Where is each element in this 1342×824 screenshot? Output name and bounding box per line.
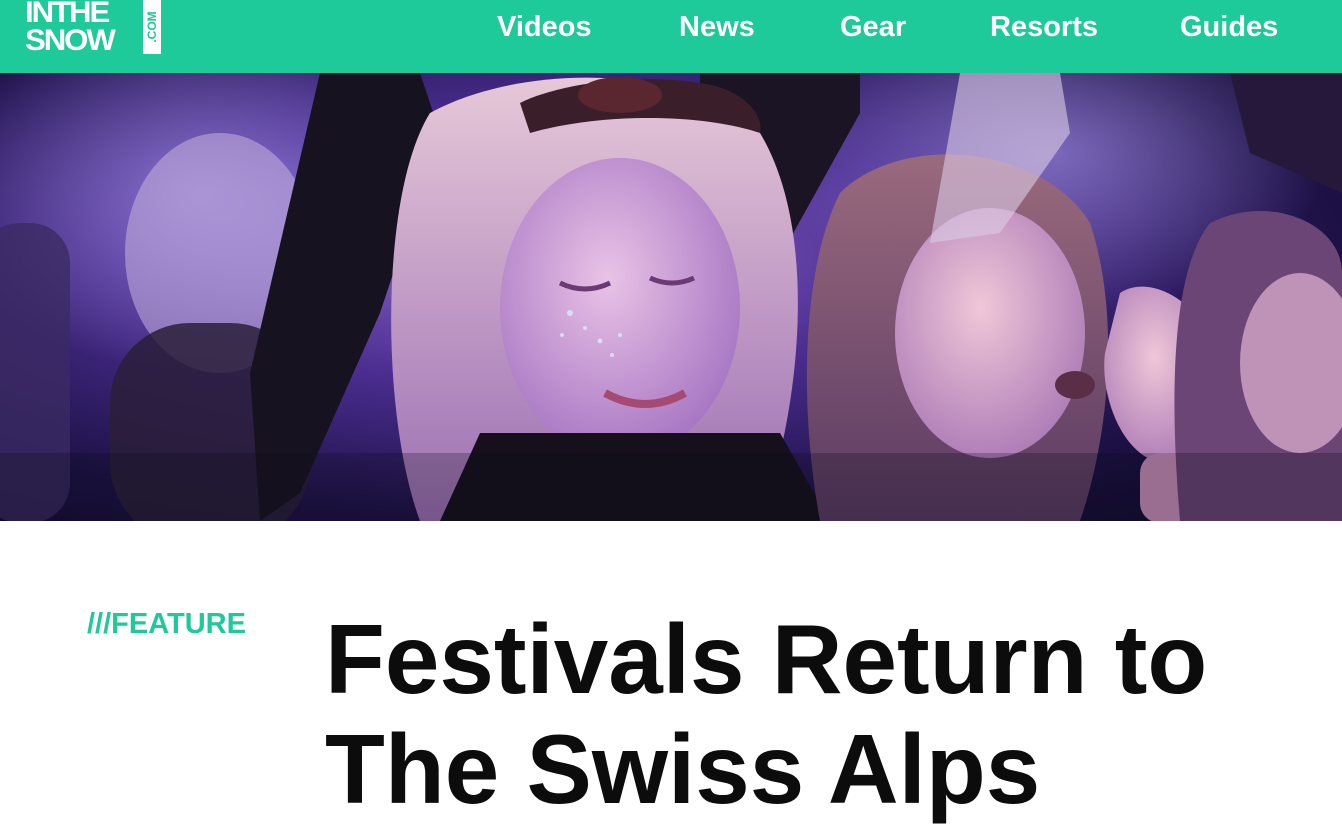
site-header: INTHE SNOW .COM Videos News Gear Resorts… <box>0 0 1342 73</box>
nav-gear[interactable]: Gear <box>840 10 906 44</box>
article-title: Festivals Return to The Swiss Alps <box>325 604 1208 824</box>
hero-image <box>0 73 1342 521</box>
logo-text-line1: INTHE <box>25 0 110 29</box>
site-logo[interactable]: INTHE SNOW .COM <box>25 0 161 56</box>
logo-com-text: .COM <box>145 11 159 43</box>
hero-illustration <box>0 73 1342 521</box>
logo-text-line2: SNOW <box>25 24 116 57</box>
nav-guides[interactable]: Guides <box>1180 10 1278 44</box>
article-kicker[interactable]: ///FEATURE <box>87 606 246 642</box>
nav-resorts[interactable]: Resorts <box>990 10 1098 44</box>
nav-news[interactable]: News <box>679 10 755 44</box>
nav-videos[interactable]: Videos <box>497 10 592 44</box>
logo-com-badge: .COM <box>143 0 161 54</box>
